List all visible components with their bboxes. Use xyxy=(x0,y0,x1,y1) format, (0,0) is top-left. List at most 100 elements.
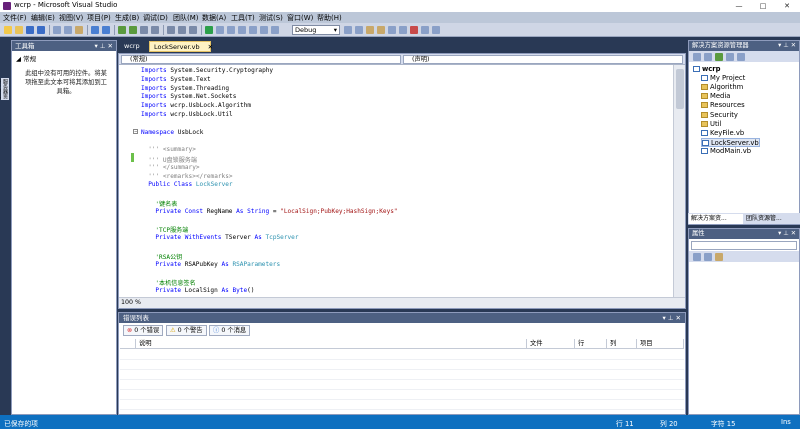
code-editor[interactable]: (常规) (声明) Imports System.Security.Crypto… xyxy=(118,53,686,309)
vertical-scrollbar[interactable] xyxy=(673,65,685,297)
zoom-level[interactable]: 100 % xyxy=(121,299,141,306)
redo-icon[interactable] xyxy=(102,26,110,34)
open-folder-icon[interactable] xyxy=(15,26,23,34)
menu-window[interactable]: 窗口(W) xyxy=(287,13,313,23)
collapse-icon[interactable]: − xyxy=(133,129,138,134)
object-browser-icon[interactable] xyxy=(366,26,374,34)
play-icon[interactable] xyxy=(205,26,213,34)
start-page-icon[interactable] xyxy=(388,26,396,34)
messages-filter-button[interactable]: ⓘ 0 个消息 xyxy=(209,325,251,336)
close-tab-icon[interactable]: ✕ xyxy=(208,43,213,51)
column-line[interactable]: 行 xyxy=(575,339,607,349)
uncomment-icon[interactable] xyxy=(260,26,268,34)
menu-edit[interactable]: 编辑(E) xyxy=(31,13,55,23)
pin-icon[interactable]: ▾ ⊥ ✕ xyxy=(94,41,113,51)
member-dropdown[interactable]: (声明) xyxy=(403,55,683,64)
class-dropdown[interactable]: (常规) xyxy=(121,55,401,64)
toolbar-overflow-icon[interactable] xyxy=(432,26,440,34)
categorized-icon[interactable] xyxy=(693,253,701,261)
stop-icon[interactable] xyxy=(151,26,159,34)
horizontal-scrollbar[interactable]: 100 % xyxy=(119,297,685,308)
tree-item[interactable]: ModMain.vb xyxy=(701,147,751,156)
properties-icon[interactable] xyxy=(355,26,363,34)
menu-tools[interactable]: 工具(T) xyxy=(231,13,255,23)
tree-item[interactable]: My Project xyxy=(701,74,745,83)
pin-icon[interactable]: ▾ ⊥ ✕ xyxy=(662,313,681,323)
pause-icon[interactable] xyxy=(140,26,148,34)
tree-item[interactable]: wcrp xyxy=(693,65,721,74)
code-line: 'TCP服务端 xyxy=(155,227,189,235)
property-pages-icon[interactable] xyxy=(715,253,723,261)
tree-item[interactable]: Algorithm xyxy=(701,83,743,92)
column-file[interactable]: 文件 xyxy=(527,339,575,349)
start-debug-icon[interactable] xyxy=(118,26,126,34)
maximize-button[interactable]: □ xyxy=(751,0,775,12)
menu-file[interactable]: 文件(F) xyxy=(3,13,27,23)
tree-item[interactable]: Resources xyxy=(701,101,745,110)
save-icon[interactable] xyxy=(26,26,34,34)
menu-view[interactable]: 视图(V) xyxy=(59,13,83,23)
change-marker xyxy=(131,153,134,162)
tab-team-explorer[interactable]: 团队资源管... xyxy=(744,214,799,224)
menu-project[interactable]: 项目(P) xyxy=(87,13,111,23)
tab-solution-explorer[interactable]: 解决方案资... xyxy=(689,214,743,224)
menu-debug[interactable]: 调试(D) xyxy=(143,13,168,23)
menu-team[interactable]: 团队(M) xyxy=(173,13,199,23)
menu-help[interactable]: 帮助(H) xyxy=(317,13,342,23)
run-icon[interactable] xyxy=(129,26,137,34)
pin-icon[interactable]: ▾ ⊥ ✕ xyxy=(778,229,796,239)
extensions-icon[interactable] xyxy=(410,26,418,34)
column-column[interactable]: 列 xyxy=(607,339,637,349)
bookmark-icon[interactable] xyxy=(271,26,279,34)
minimize-button[interactable]: — xyxy=(727,0,751,12)
tree-item[interactable]: Security xyxy=(701,111,738,120)
undo-icon[interactable] xyxy=(91,26,99,34)
step-out-icon[interactable] xyxy=(189,26,197,34)
show-all-files-icon[interactable] xyxy=(704,53,712,61)
refresh-icon[interactable] xyxy=(715,53,723,61)
step-into-icon[interactable] xyxy=(167,26,175,34)
close-button[interactable]: ✕ xyxy=(775,0,799,12)
new-project-icon[interactable] xyxy=(4,26,12,34)
server-explorer-tab[interactable]: 服务器资源管理器 xyxy=(0,78,9,100)
output-icon[interactable] xyxy=(399,26,407,34)
toolbar xyxy=(0,23,800,37)
tree-item[interactable]: Media xyxy=(701,92,730,101)
tab-wcrp[interactable]: wcrp xyxy=(120,41,144,52)
menu-data[interactable]: 数据(A) xyxy=(202,13,226,23)
column-severity[interactable] xyxy=(120,339,136,349)
tree-item[interactable]: LockServer.vb xyxy=(701,137,760,147)
column-description[interactable]: 说明 xyxy=(136,339,527,349)
toolbox-group-general[interactable]: ◢ 常规 xyxy=(16,53,36,63)
paste-icon[interactable] xyxy=(75,26,83,34)
properties-icon[interactable] xyxy=(693,53,701,61)
tree-item[interactable]: Util xyxy=(701,120,721,129)
navigate-forward-icon[interactable] xyxy=(227,26,235,34)
code-line: Private Const RegName As String = "Local… xyxy=(155,207,398,215)
pin-icon[interactable]: ▾ ⊥ ✕ xyxy=(778,41,796,51)
tree-item[interactable]: KeyFile.vb xyxy=(701,129,744,138)
save-all-icon[interactable] xyxy=(37,26,45,34)
explorer-tab-strip: 解决方案资... 团队资源管... xyxy=(688,213,800,224)
scroll-thumb[interactable] xyxy=(676,69,684,109)
tab-lockserver[interactable]: LockServer.vb ✕ xyxy=(149,41,213,52)
copy-icon[interactable] xyxy=(64,26,72,34)
column-project[interactable]: 项目 xyxy=(637,339,684,349)
object-selector[interactable] xyxy=(691,241,797,250)
step-over-icon[interactable] xyxy=(178,26,186,34)
menu-test[interactable]: 测试(S) xyxy=(259,13,283,23)
comment-icon[interactable] xyxy=(249,26,257,34)
solution-configuration-select[interactable]: Debug ▾ xyxy=(292,25,340,35)
options-icon[interactable] xyxy=(421,26,429,34)
solution-explorer-icon[interactable] xyxy=(344,26,352,34)
menu-build[interactable]: 生成(B) xyxy=(115,13,139,23)
view-code-icon[interactable] xyxy=(726,53,734,61)
find-icon[interactable] xyxy=(238,26,246,34)
errors-filter-button[interactable]: ⊗ 0 个错误 xyxy=(123,325,164,336)
navigate-back-icon[interactable] xyxy=(216,26,224,34)
cut-icon[interactable] xyxy=(53,26,61,34)
warnings-filter-button[interactable]: ⚠ 0 个警告 xyxy=(166,325,207,336)
toolbox-icon[interactable] xyxy=(377,26,385,34)
view-designer-icon[interactable] xyxy=(737,53,745,61)
alphabetical-icon[interactable] xyxy=(704,253,712,261)
